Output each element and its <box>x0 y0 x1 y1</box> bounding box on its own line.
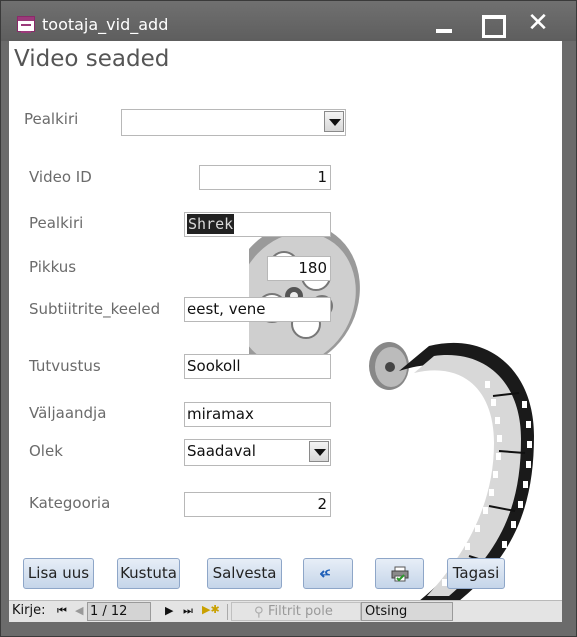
status-dropdown-button[interactable] <box>309 441 329 462</box>
new-record-icon[interactable]: ▶✱ <box>202 603 220 616</box>
add-new-button[interactable]: Lisa uus <box>23 558 94 589</box>
back-button[interactable]: Tagasi <box>447 558 505 589</box>
last-record-icon[interactable]: ⏭ <box>183 604 193 618</box>
record-navigation-bar: Kirje: ⏮ ◀ 1 / 12 ▶ ⏭ ▶✱ ⚲ Filtrit pole … <box>9 600 562 622</box>
current-record-field[interactable]: 1 / 12 <box>87 602 151 621</box>
title-field[interactable]: Shrek <box>184 212 331 237</box>
nav-separator <box>227 604 228 620</box>
form-title: Video seaded <box>14 46 170 72</box>
app-window: tootaja_vid_add ✕ Video seaded Pealkiri … <box>0 0 577 637</box>
delete-button[interactable]: Kustuta <box>117 558 180 589</box>
search-box[interactable]: Otsing <box>361 602 453 621</box>
filter-icon: ⚲ <box>254 605 264 620</box>
title-bar: tootaja_vid_add ✕ <box>1 1 576 41</box>
status-label: Olek <box>29 442 63 460</box>
publisher-label: Väljaandja <box>29 404 107 422</box>
subtitles-label: Subtiitrite_keeled <box>29 300 161 318</box>
combo-label: Pealkiri <box>24 110 79 128</box>
combo-dropdown-button[interactable] <box>324 111 344 132</box>
undo-button[interactable] <box>303 558 353 589</box>
category-field[interactable]: 2 <box>184 492 331 517</box>
maximize-button[interactable] <box>476 11 506 38</box>
print-icon <box>391 566 408 582</box>
category-label: Kategooria <box>29 494 111 512</box>
window-title: tootaja_vid_add <box>42 15 169 34</box>
print-button[interactable] <box>375 558 424 589</box>
previous-record-icon[interactable]: ◀ <box>75 604 83 617</box>
save-button[interactable]: Salvesta <box>207 558 282 589</box>
title-combo[interactable] <box>121 109 346 136</box>
filter-status[interactable]: ⚲ Filtrit pole <box>231 602 361 621</box>
undo-icon <box>319 569 331 578</box>
video-id-field[interactable]: 1 <box>199 165 331 190</box>
status-combo-value: Saadaval <box>187 442 256 460</box>
first-record-icon[interactable]: ⏮ <box>57 604 67 618</box>
video-id-label: Video ID <box>29 168 92 186</box>
description-label: Tutvustus <box>29 357 101 375</box>
minimize-button[interactable] <box>429 11 459 35</box>
status-combo[interactable]: Saadaval <box>184 439 331 466</box>
close-button[interactable]: ✕ <box>523 10 553 36</box>
form-icon <box>17 16 35 33</box>
title-label: Pealkiri <box>29 214 84 232</box>
record-label: Kirje: <box>12 603 46 618</box>
filter-label: Filtrit pole <box>268 604 333 619</box>
title-field-value: Shrek <box>187 214 235 234</box>
next-record-icon[interactable]: ▶ <box>165 604 173 617</box>
subtitles-field[interactable]: eest, vene <box>184 297 331 322</box>
form-body: Video seaded Pealkiri Video ID 1 Pealkir… <box>9 41 562 600</box>
publisher-field[interactable]: miramax <box>184 402 331 427</box>
length-field[interactable]: 180 <box>267 256 331 281</box>
length-label: Pikkus <box>29 258 77 276</box>
description-field[interactable]: Sookoll <box>184 354 331 379</box>
